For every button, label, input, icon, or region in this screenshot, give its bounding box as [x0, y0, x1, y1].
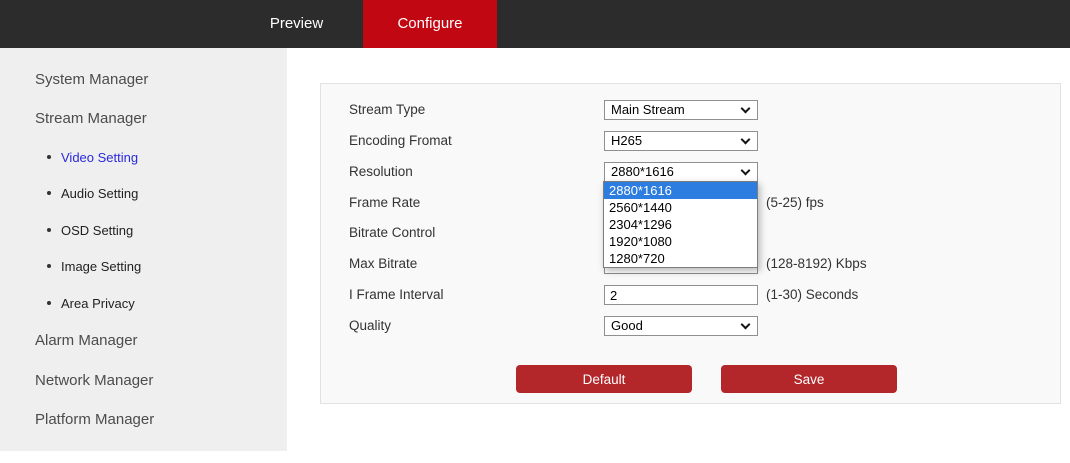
bullet-icon [47, 301, 51, 305]
bullet-icon [47, 155, 51, 159]
bullet-icon [47, 191, 51, 195]
resolution-select[interactable]: 2880*1616 [604, 162, 758, 182]
tab-configure[interactable]: Configure [363, 0, 497, 48]
sidebar-item-network-manager[interactable]: Network Manager [35, 371, 153, 391]
bullet-icon [47, 228, 51, 232]
max-bitrate-hint: (128-8192) Kbps [766, 256, 867, 271]
chevron-down-icon [740, 319, 751, 330]
quality-label: Quality [349, 318, 392, 333]
frame-rate-label: Frame Rate [349, 195, 421, 210]
sidebar-item-osd-setting[interactable]: OSD Setting [47, 221, 133, 239]
form-row-quality: Quality Good [321, 316, 1060, 336]
save-button[interactable]: Save [721, 365, 897, 393]
sidebar-item-label: Image Setting [61, 258, 142, 274]
sidebar: System Manager Stream Manager Video Sett… [0, 48, 287, 451]
resolution-dropdown-list: 2880*1616 2560*1440 2304*1296 1920*1080 … [603, 181, 758, 268]
select-value: Good [611, 318, 643, 333]
sidebar-item-label: Area Privacy [61, 295, 135, 311]
bitrate-control-label: Bitrate Control [349, 225, 436, 240]
tab-preview[interactable]: Preview [230, 0, 363, 48]
iframe-interval-label: I Frame Interval [349, 287, 444, 302]
stream-type-label: Stream Type [349, 102, 426, 117]
frame-rate-hint: (5-25) fps [766, 195, 824, 210]
select-value: 2880*1616 [611, 164, 674, 179]
select-value: H265 [611, 133, 643, 148]
topbar: Preview Configure [0, 0, 1070, 48]
chevron-down-icon [740, 103, 751, 114]
stream-type-select[interactable]: Main Stream [604, 100, 758, 120]
iframe-interval-input[interactable] [604, 285, 758, 305]
bullet-icon [47, 264, 51, 268]
dropdown-option-2304x1296[interactable]: 2304*1296 [604, 216, 757, 233]
sidebar-item-label: Video Setting [61, 149, 139, 165]
chevron-down-icon [740, 165, 751, 176]
sidebar-item-image-setting[interactable]: Image Setting [47, 257, 141, 275]
encoding-format-label: Encoding Fromat [349, 133, 452, 148]
sidebar-item-area-privacy[interactable]: Area Privacy [47, 294, 135, 312]
sidebar-item-video-setting[interactable]: Video Setting [47, 148, 138, 166]
resolution-label: Resolution [349, 164, 413, 179]
chevron-down-icon [740, 134, 751, 145]
form-row-encoding-format: Encoding Fromat H265 [321, 131, 1060, 151]
sidebar-item-label: Audio Setting [61, 185, 139, 201]
dropdown-option-2560x1440[interactable]: 2560*1440 [604, 199, 757, 216]
max-bitrate-label: Max Bitrate [349, 256, 418, 271]
sidebar-item-alarm-manager[interactable]: Alarm Manager [35, 331, 138, 351]
form-row-resolution: Resolution 2880*1616 [321, 162, 1060, 182]
sidebar-item-system-manager[interactable]: System Manager [35, 70, 148, 90]
sidebar-item-label: OSD Setting [61, 222, 134, 238]
iframe-interval-hint: (1-30) Seconds [766, 287, 859, 302]
dropdown-option-1280x720[interactable]: 1280*720 [604, 250, 757, 267]
encoding-format-select[interactable]: H265 [604, 131, 758, 151]
sidebar-item-audio-setting[interactable]: Audio Setting [47, 184, 138, 202]
dropdown-option-1920x1080[interactable]: 1920*1080 [604, 233, 757, 250]
sidebar-item-stream-manager[interactable]: Stream Manager [35, 109, 147, 129]
select-value: Main Stream [611, 102, 685, 117]
sidebar-item-platform-manager[interactable]: Platform Manager [35, 410, 154, 430]
page: Preview Configure System Manager Stream … [0, 0, 1070, 463]
form-row-stream-type: Stream Type Main Stream [321, 100, 1060, 120]
form-row-iframe-interval: I Frame Interval (1-30) Seconds [321, 285, 1060, 305]
default-button[interactable]: Default [516, 365, 692, 393]
quality-select[interactable]: Good [604, 316, 758, 336]
dropdown-option-2880x1616[interactable]: 2880*1616 [604, 182, 757, 199]
